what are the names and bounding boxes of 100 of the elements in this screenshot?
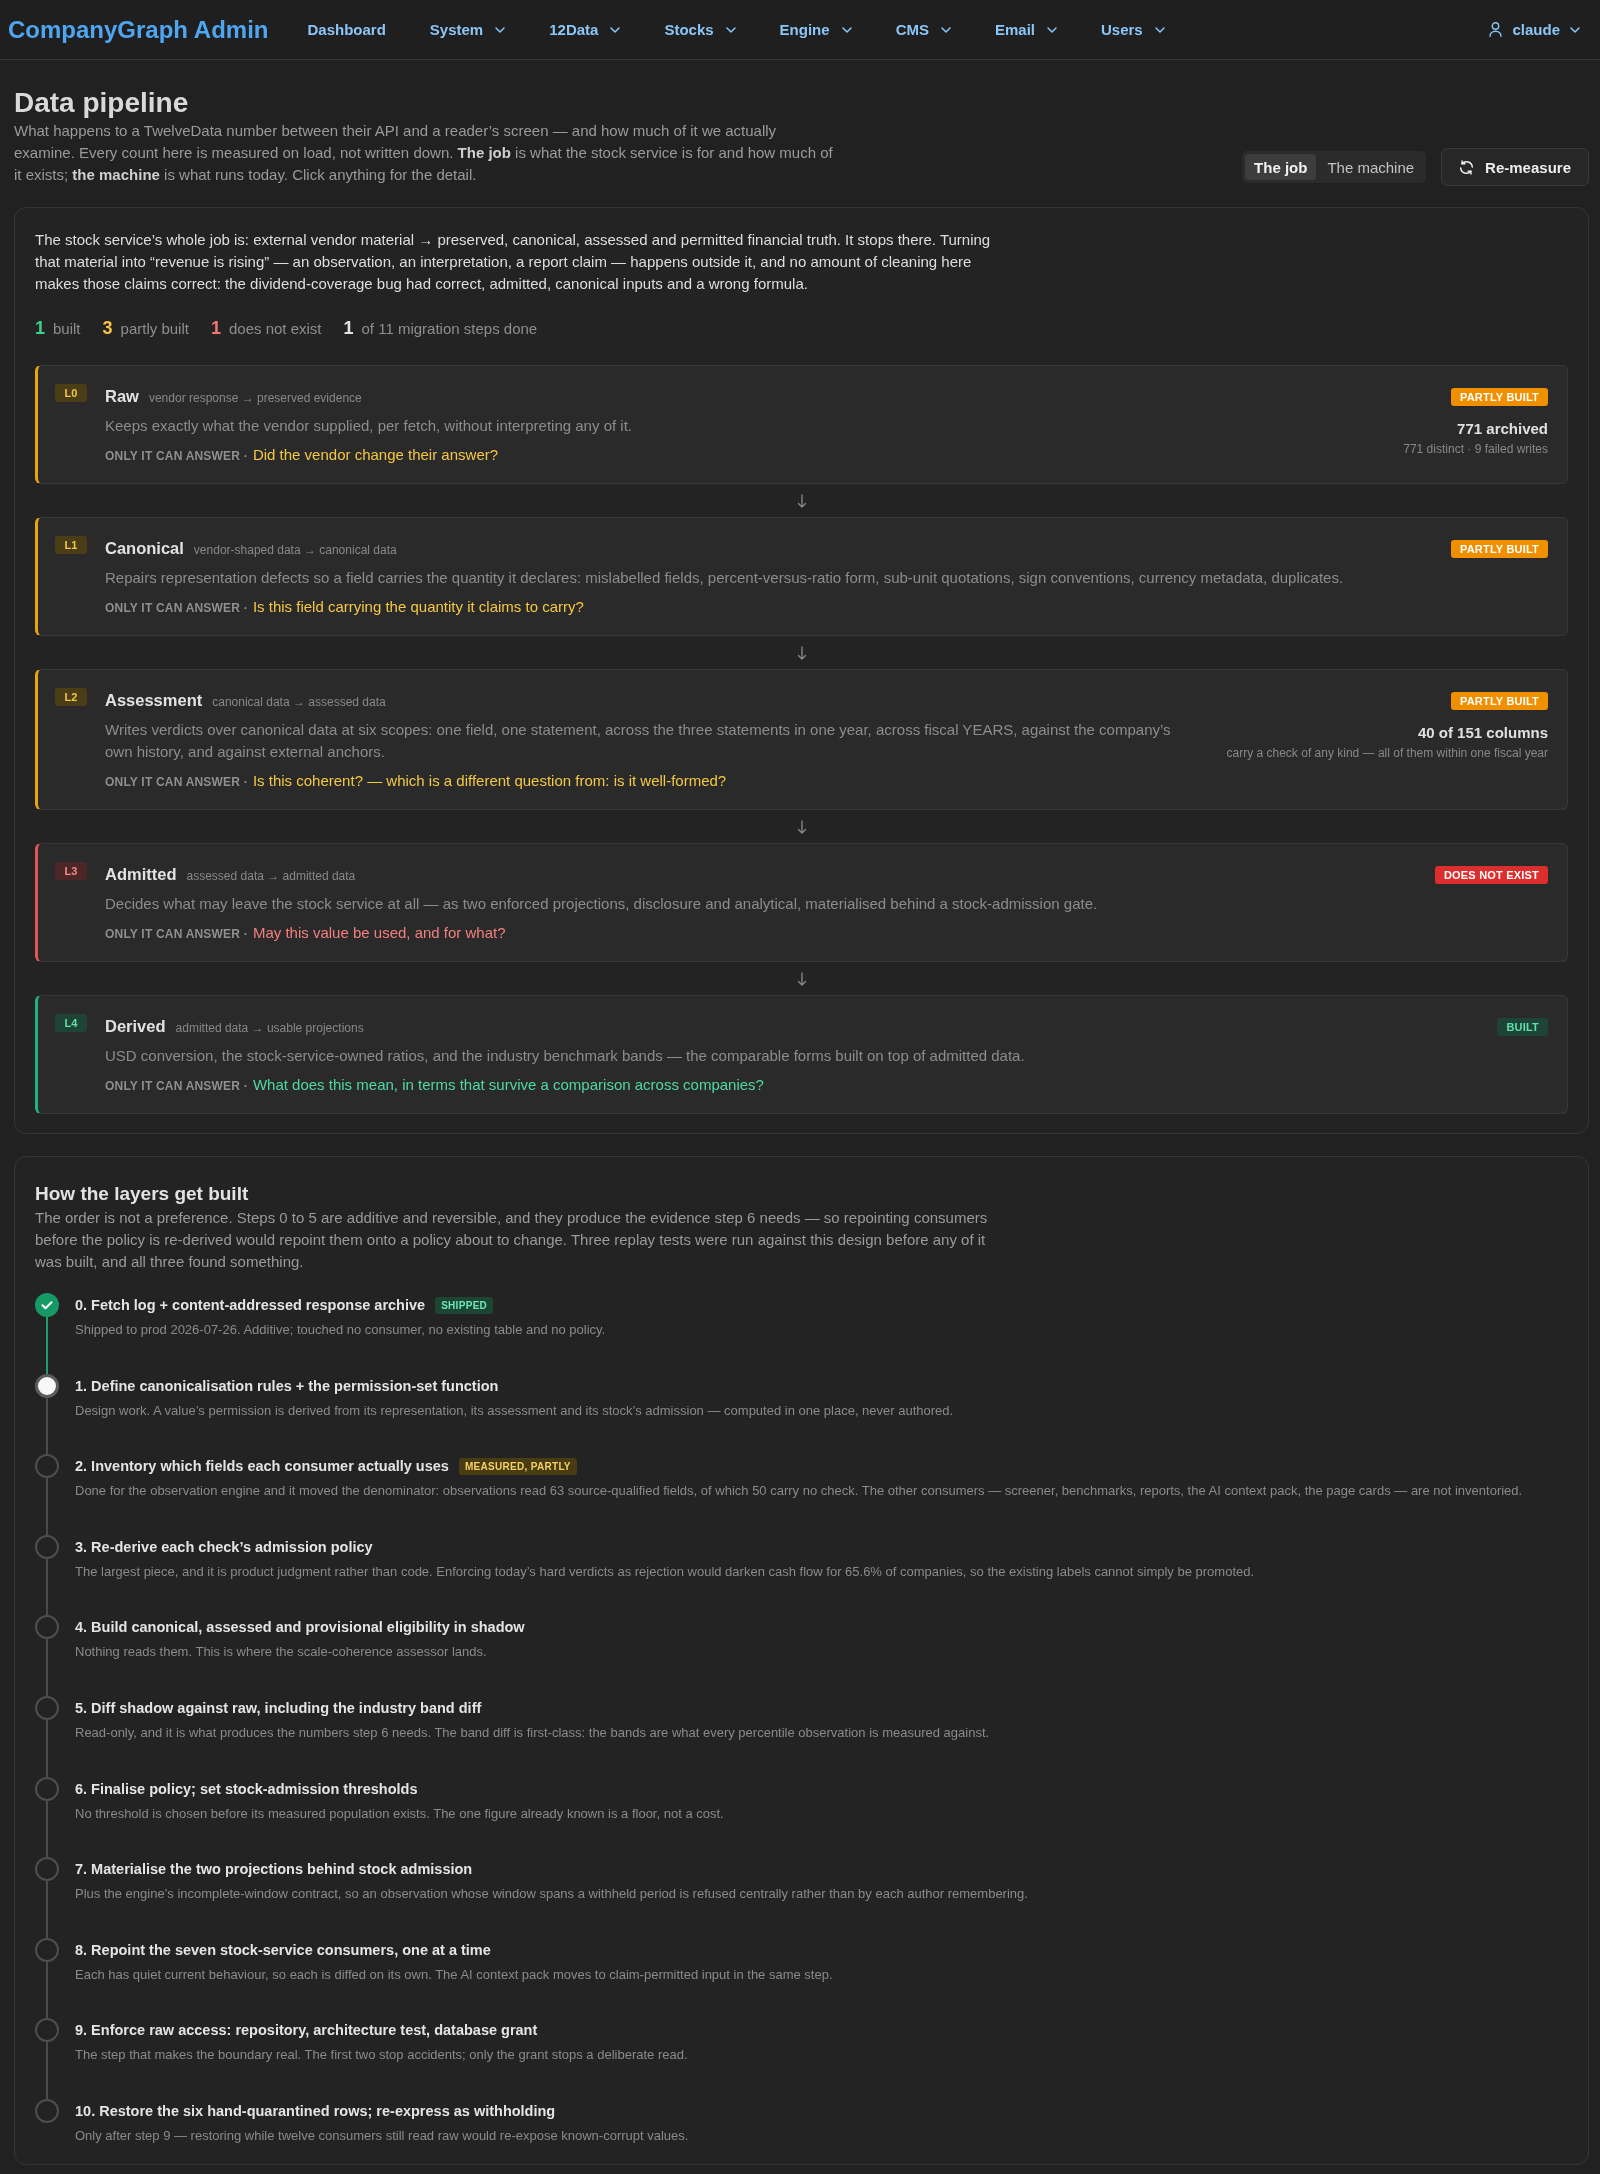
step-tag: MEASURED, PARTLY	[458, 1457, 577, 1475]
timeline-connector	[46, 2042, 48, 2099]
step-description: Nothing reads them. This is where the scale-coherence assessor lands.	[75, 1643, 488, 1662]
nav-menu-item[interactable]: Stocks	[642, 9, 758, 50]
page-description: What happens to a TwelveData number between their API and a reader’s screen — and how much of it we actually examine. Every count here is measured on load, not written down. The job is what the stock service is for and how much of it exists; the machine is what runs today. Click anything for the detail.	[14, 121, 834, 185]
layer-flow: assessed data → admitted data	[186, 868, 356, 885]
nav-menu-item[interactable]: Users	[1079, 9, 1187, 50]
timeline-connector	[46, 1881, 48, 1938]
step-description: Read-only, and it is what produces the numbers step 6 needs. The band diff is first-class: the bands are what every percentile observation is measured against.	[75, 1723, 991, 1742]
section-description: The order is not a preference. Steps 0 to 5 are additive and reversible, and they produce the evidence step 6 needs — so repointing consumers before the policy is re-derived would repoint them onto a policy about to change. Three replay tests were run against this design before any of it was built, and all three found something.	[35, 1208, 989, 1272]
step-title: 8. Repoint the seven stock-service consumers, one at a time	[75, 1941, 491, 1958]
nav-menu-item[interactable]: Email	[972, 9, 1079, 50]
step-title: 9. Enforce raw access: repository, architecture test, database grant	[75, 2022, 538, 2039]
remeasure-button[interactable]: Re-measure	[1441, 148, 1589, 186]
count-number: 1	[343, 317, 354, 340]
count-number: 1	[210, 317, 221, 340]
step-description: The largest piece, and it is product judgment rather than code. Enforcing today’s hard verdicts as rejection would darken cash flow for 65.6% of companies, so the existing labels cannot simply be promoted.	[75, 1562, 1256, 1581]
timeline-connector	[46, 1639, 48, 1696]
step-description: No threshold is chosen before its measured population exists. The one figure already known is a floor, not a cost.	[75, 1804, 725, 1823]
ring-icon	[35, 1857, 59, 1882]
brand-name[interactable]: CompanyGraph Admin	[8, 15, 269, 44]
layer-card[interactable]	[35, 517, 1568, 636]
down-arrow-icon	[796, 493, 807, 508]
nav-menu-item[interactable]: Dashboard	[285, 9, 408, 50]
layer-description: Decides what may leave the stock service at all — as two enforced projections, disclosure and analytical, materialised behind a stock-admission gate.	[105, 894, 1099, 914]
ring-icon	[35, 1695, 59, 1720]
layer-question: Is this coherent? — which is a different question from: is it well-formed?	[252, 771, 727, 791]
layer-flow: canonical data → assessed data	[212, 694, 386, 711]
answer-label: ONLY IT CAN ANSWER ·	[105, 774, 248, 791]
ring-icon	[35, 1454, 59, 1479]
user-menu[interactable]: claude	[1489, 9, 1580, 50]
count-caption: built	[53, 319, 81, 339]
layer-question: Is this field carrying the quantity it claims to carry?	[252, 597, 584, 617]
step-description: Each has quiet current behaviour, so each is diffed on its own. The AI context pack moves to claim-permitted input in the same step.	[75, 1965, 834, 1984]
view-tab[interactable]: The job	[1245, 154, 1317, 180]
layer-title: Derived	[105, 1016, 166, 1037]
timeline-connector	[46, 1558, 48, 1616]
layer-code-badge: L4	[55, 1014, 87, 1032]
timeline-connector	[46, 1397, 48, 1455]
status-badge: PARTLY BUILT	[1451, 692, 1548, 710]
status-badge: BUILT	[1497, 1018, 1548, 1036]
metric-detail: 771 distinct · 9 failed writes	[1403, 441, 1548, 457]
step-title: 10. Restore the six hand-quarantined rows; re-express as withholding	[75, 2102, 556, 2119]
nav-menu-item[interactable]: 12Data	[527, 9, 643, 50]
layer-code-badge: L3	[55, 862, 87, 880]
layer-card[interactable]	[35, 669, 1568, 810]
layer-card[interactable]	[35, 365, 1568, 484]
layer-card[interactable]	[35, 995, 1568, 1114]
layer-code-badge: L1	[55, 536, 87, 554]
timeline-connector	[46, 1800, 48, 1858]
user-icon	[1489, 22, 1503, 37]
layer-flow: vendor response → preserved evidence	[148, 390, 362, 407]
metric-value: 771 archived	[1457, 419, 1548, 439]
nav-menu-item[interactable]: CMS	[873, 9, 973, 50]
ring-icon	[35, 1534, 59, 1559]
status-badge: DOES NOT EXIST	[1434, 866, 1548, 884]
layer-flow: admitted data → usable projections	[175, 1020, 364, 1037]
count-caption: partly built	[120, 319, 189, 339]
layer-flow: vendor-shaped data → canonical data	[193, 542, 397, 559]
filled-circle-icon	[35, 1373, 59, 1398]
layer-description: USD conversion, the stock-service-owned ratios, and the industry benchmark bands — the comparable forms built on top of admitted data.	[105, 1046, 1026, 1066]
answer-label: ONLY IT CAN ANSWER ·	[105, 926, 248, 943]
step-title: 7. Materialise the two projections behind stock admission	[75, 1861, 473, 1878]
layer-description: Repairs representation defects so a field carries the quantity it declares: mislabelled fields, percent-versus-ratio form, sub-unit quotations, sign conventions, currency metadata, duplicates.	[105, 568, 1345, 588]
nav-menu-item[interactable]: Engine	[757, 9, 874, 50]
ring-icon	[35, 1615, 59, 1640]
ring-icon	[35, 1937, 59, 1962]
metric-detail: carry a check of any kind — all of them within one fiscal year	[1226, 745, 1548, 761]
step-description: The step that makes the boundary real. The first two stop accidents; only the grant stops a deliberate read.	[75, 2046, 689, 2065]
timeline-connector	[46, 1961, 48, 2019]
step-title: 0. Fetch log + content-addressed response archive	[75, 1297, 426, 1313]
answer-label: ONLY IT CAN ANSWER ·	[105, 600, 248, 617]
metric-value: 40 of 151 columns	[1417, 723, 1548, 743]
ring-icon	[35, 2098, 59, 2123]
layer-description: Writes verdicts over canonical data at six scopes: one field, one statement, across the three statements in one year, across fiscal YEARS, against the company’s own history, and against external anchors.	[105, 720, 1172, 762]
layer-title: Canonical	[105, 538, 184, 559]
status-badge: PARTLY BUILT	[1451, 388, 1548, 406]
view-tab[interactable]: The machine	[1318, 154, 1424, 180]
layer-question: What does this mean, in terms that survive a comparison across companies?	[252, 1075, 764, 1095]
step-tag: SHIPPED	[435, 1296, 494, 1314]
step-description: Shipped to prod 2026-07-26. Additive; touched no consumer, no existing table and no policy.	[75, 1321, 607, 1339]
intro-text: The stock service’s whole job is: external vendor material → preserved, canonical, assessed and permitted financial truth. It stops there. Turning that material into “revenue is rising” — an observation, an interpretation, a report claim — happens outside it, and no amount of cleaning here makes those claims correct: the dividend-coverage bug had correct, admitted, canonical inputs and a wrong formula.	[35, 230, 992, 294]
layer-description: Keeps exactly what the vendor supplied, per fetch, without interpreting any of it.	[105, 416, 633, 436]
step-title: 3. Re-derive each check’s admission policy	[75, 1538, 373, 1555]
nav-menu-item[interactable]: System	[407, 9, 528, 50]
down-arrow-icon	[796, 819, 807, 834]
status-badge: PARTLY BUILT	[1451, 540, 1548, 558]
answer-label: ONLY IT CAN ANSWER ·	[105, 448, 248, 465]
step-title: 2. Inventory which fields each consumer actually uses	[75, 1458, 449, 1475]
timeline-connector	[46, 1719, 48, 1777]
layer-title: Admitted	[105, 864, 177, 885]
layer-card[interactable]	[35, 843, 1568, 962]
ring-icon	[35, 1776, 59, 1801]
timeline-connector	[46, 1317, 48, 1374]
layer-question: May this value be used, and for what?	[252, 923, 506, 943]
step-title: 5. Diff shadow against raw, including the industry band diff	[75, 1699, 482, 1716]
step-title: 4. Build canonical, assessed and provisional eligibility in shadow	[75, 1619, 525, 1636]
down-arrow-icon	[796, 645, 807, 660]
page-title: Data pipeline	[14, 86, 190, 120]
timeline-connector	[46, 1478, 48, 1535]
